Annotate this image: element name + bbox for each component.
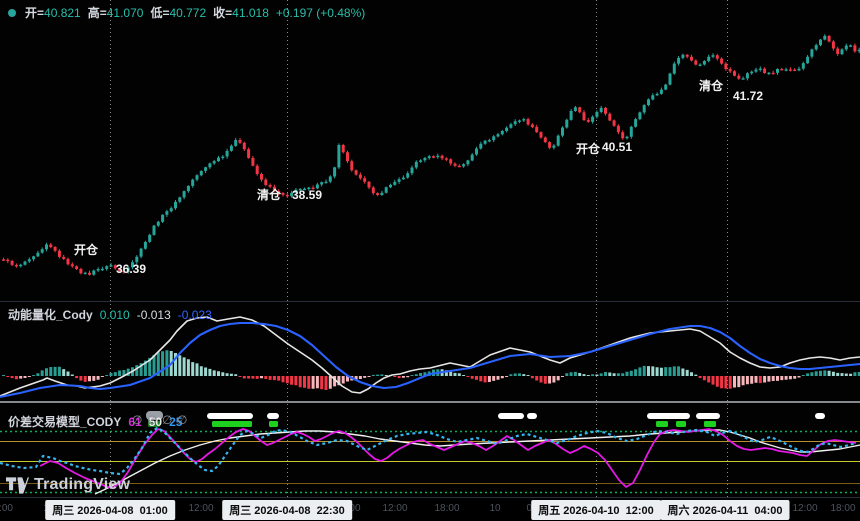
time-tick-label: 06:00 [335,503,360,514]
time-tick-label: :00 [0,503,13,514]
time-tick-label: 12:00 [792,503,817,514]
signal-marker-green [704,421,716,427]
session-date-label: 周三 2026-04-08 22:30 [222,500,352,520]
time-tick-label: 06 [526,503,537,514]
signal-marker-white [498,413,524,419]
signal-marker-white [815,413,825,419]
time-tick-label: 12:00 [188,503,213,514]
time-tick-label: 18:00 [830,503,855,514]
signal-marker-white [647,413,690,419]
time-tick-label: 10 [489,503,500,514]
signal-marker-darkgreen [148,421,160,427]
hover-marker [146,411,163,420]
signal-marker-white [267,413,279,419]
signal-marker-green [676,421,686,427]
signal-marker-white [696,413,720,419]
signal-marker-white [207,413,253,419]
time-tick-label: 18:0 [43,503,62,514]
oscillator-magenta-line [40,429,856,488]
oscillator-cyan-dashed-line [0,428,856,474]
time-tick-label: 18:00 [434,503,459,514]
candle-wicks-up [21,34,860,275]
time-tick-label: 12:00 [382,503,407,514]
time-axis[interactable]: :00 18:0 12:00 06:00 12:00 18:00 10 06 00 12:00 18… [0,497,860,521]
session-date-label: 周五 2026-04-10 12:00 [531,500,661,520]
signal-marker-green [656,421,668,427]
session-date-label: 周三 2026-04-08 01:00 [45,500,175,520]
chart-canvas[interactable] [0,0,860,497]
signal-marker-white [527,413,537,419]
signal-marker-green [212,421,252,427]
trading-chart-window: 开=40.821高=41.070低=40.772收=41.018+0.197 (… [0,0,860,521]
session-date-label: 周六 2026-04-11 04:00 [661,500,790,520]
signal-marker-green [269,421,278,427]
time-tick-label: 00 [643,503,654,514]
